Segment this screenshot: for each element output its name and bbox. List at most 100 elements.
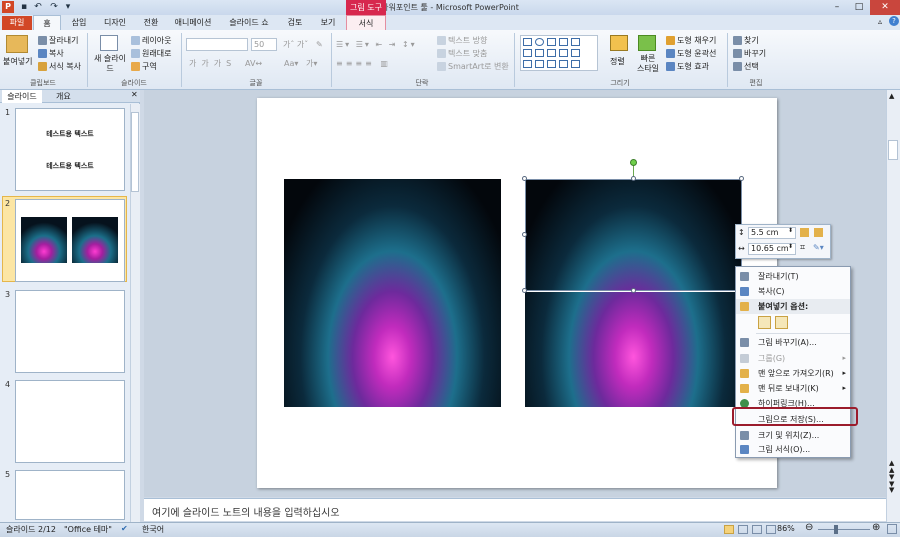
tab-file[interactable]: 파일 [2,16,32,30]
font-color-icon[interactable]: 가▾ [306,58,317,69]
send-backward-icon[interactable] [814,228,823,237]
find-button[interactable]: 찾기 [733,35,759,46]
resize-handle[interactable] [739,176,744,181]
menu-item-change-picture[interactable]: 그림 바꾸기(A)... [736,335,850,350]
arrange-icon[interactable] [610,35,628,51]
text-direction-button[interactable]: 텍스트 방향 [437,35,487,46]
slide-thumbnail-4[interactable] [15,380,125,463]
shape-effects-button[interactable]: 도형 효과 [666,61,709,72]
tab-review[interactable]: 검토 [280,15,310,30]
quick-styles-icon[interactable] [638,35,656,51]
grow-font-icon[interactable]: 가ˆ 가ˇ [283,39,308,50]
notes-pane[interactable]: 여기에 슬라이드 노트의 내용을 입력하십시오 [144,498,886,521]
slide-thumbnail-2[interactable] [15,199,125,282]
tab-insert[interactable]: 삽입 [64,15,94,30]
tab-slideshow[interactable]: 슬라이드 쇼 [222,15,276,30]
resize-handle[interactable] [522,288,527,293]
minimize-icon[interactable]: – [826,0,848,15]
replace-button[interactable]: 바꾸기 [733,48,766,59]
tab-design[interactable]: 디자인 [98,15,132,30]
zoom-slider-thumb[interactable] [834,525,838,534]
select-button[interactable]: 선택 [733,61,759,72]
resize-handle[interactable] [522,176,527,181]
shapes-gallery[interactable] [520,35,598,71]
menu-item-bring-to-front[interactable]: 맨 앞으로 가져오기(R) ▸ [736,366,850,381]
section-button[interactable]: 구역 [131,61,157,72]
zoom-out-icon[interactable]: ⊖ [805,522,813,533]
font-name-dropdown[interactable] [186,38,248,51]
spelling-check-icon[interactable]: ✔ [121,524,128,533]
tab-format[interactable]: 서식 [346,15,386,30]
shape-outline-button[interactable]: 도형 윤곽선 [666,48,716,59]
quick-styles-button[interactable]: 빠른 스타일 [636,54,660,74]
smartart-button[interactable]: SmartArt로 변환 [437,61,509,72]
resize-handle[interactable] [631,288,636,293]
crop-icon[interactable]: ⌗ [800,243,805,253]
menu-item-format-picture[interactable]: 그림 서식(O)... [736,442,850,457]
align-buttons-icon[interactable]: ≡≡≡≡ ▥ [336,58,391,69]
width-spinner-icon[interactable]: ⬍ [788,243,793,250]
new-slide-button[interactable]: 새 슬라이드 [92,54,128,74]
prev-slide-icon[interactable]: ▲ ▲ [889,460,894,474]
arrange-button[interactable]: 정렬 [610,56,625,67]
cut-button[interactable]: 잘라내기 [38,35,78,46]
zoom-level[interactable]: 86% [777,524,795,533]
resize-handle[interactable] [631,176,636,181]
next-slide-icon[interactable]: ▼ ▼ [889,474,894,488]
scroll-up-icon[interactable]: ▲ [889,92,894,100]
close-icon[interactable]: ✕ [870,0,900,15]
paste-picture-option-icon[interactable] [775,316,788,329]
ribbon-collapse-icon[interactable]: ▵ [878,17,882,26]
rotate-handle[interactable] [630,159,637,166]
language[interactable]: 한국어 [142,524,164,535]
align-text-button[interactable]: 텍스트 맞춤 [437,48,487,59]
fractal-picture-left[interactable] [284,179,501,407]
tab-slides[interactable]: 슬라이드 [2,90,42,103]
slide-thumbnail-5[interactable] [15,470,125,520]
format-painter-button[interactable]: 서식 복사 [38,61,81,72]
tab-transitions[interactable]: 전환 [136,15,166,30]
tab-outline[interactable]: 개요 [56,90,71,103]
slideshow-view-icon[interactable] [766,525,776,534]
maximize-icon[interactable]: □ [848,0,870,15]
fit-to-window-icon[interactable] [887,524,897,534]
list-buttons-icon[interactable]: ☰▾ ☰▾ ⇤ ⇥ ↕▾ [336,39,417,50]
panel-scroll-thumb[interactable] [131,112,139,192]
slide-sorter-view-icon[interactable] [738,525,748,534]
close-panel-icon[interactable]: ✕ [131,90,138,99]
copy-button[interactable]: 복사 [38,48,64,59]
menu-item-group[interactable]: 그룹(G) ▸ [736,351,850,366]
char-spacing-icon[interactable]: AV↔ [245,58,262,69]
bring-forward-icon[interactable] [800,228,809,237]
paste-option-icon[interactable] [758,316,771,329]
tab-animations[interactable]: 애니메이션 [170,15,216,30]
zoom-slider[interactable] [818,529,870,530]
normal-view-icon[interactable] [724,525,734,534]
slide-thumbnail-3[interactable] [15,290,125,373]
paste-icon[interactable] [6,35,28,53]
change-case-icon[interactable]: Aa▾ [284,58,298,69]
help-icon[interactable]: ? [889,16,899,26]
menu-item-send-to-back[interactable]: 맨 뒤로 보내기(K) ▸ [736,381,850,396]
zoom-in-icon[interactable]: ⊕ [872,522,880,533]
height-spinner-icon[interactable]: ⬍ [788,227,793,234]
paste-button[interactable]: 붙여넣기 [3,56,32,67]
reset-button[interactable]: 원래대로 [131,48,171,59]
tab-view[interactable]: 보기 [313,15,343,30]
resize-handle[interactable] [522,232,527,237]
font-style-buttons-icon[interactable]: 가가가S [189,58,236,69]
theme-name[interactable]: "Office 테마" [64,524,112,535]
font-size-dropdown[interactable]: 50 [251,38,277,51]
slide-thumbnail-1[interactable]: 테스트용 텍스트 테스트용 텍스트 [15,108,125,191]
menu-item-cut[interactable]: 잘라내기(T) [736,269,850,284]
canvas-scroll-thumb[interactable] [888,140,898,160]
layout-button[interactable]: 레이아웃 [131,35,171,46]
menu-item-copy[interactable]: 복사(C) [736,284,850,299]
shape-fill-button[interactable]: 도형 채우기 [666,35,716,46]
reading-view-icon[interactable] [752,525,762,534]
shape-outline-icon[interactable]: ✎▾ [813,243,824,252]
clear-format-icon[interactable]: ✎ [316,39,323,50]
tab-home[interactable]: 홈 [33,15,61,30]
new-slide-icon[interactable] [100,35,118,51]
menu-item-size-position[interactable]: 크기 및 위치(Z)... [736,428,850,443]
